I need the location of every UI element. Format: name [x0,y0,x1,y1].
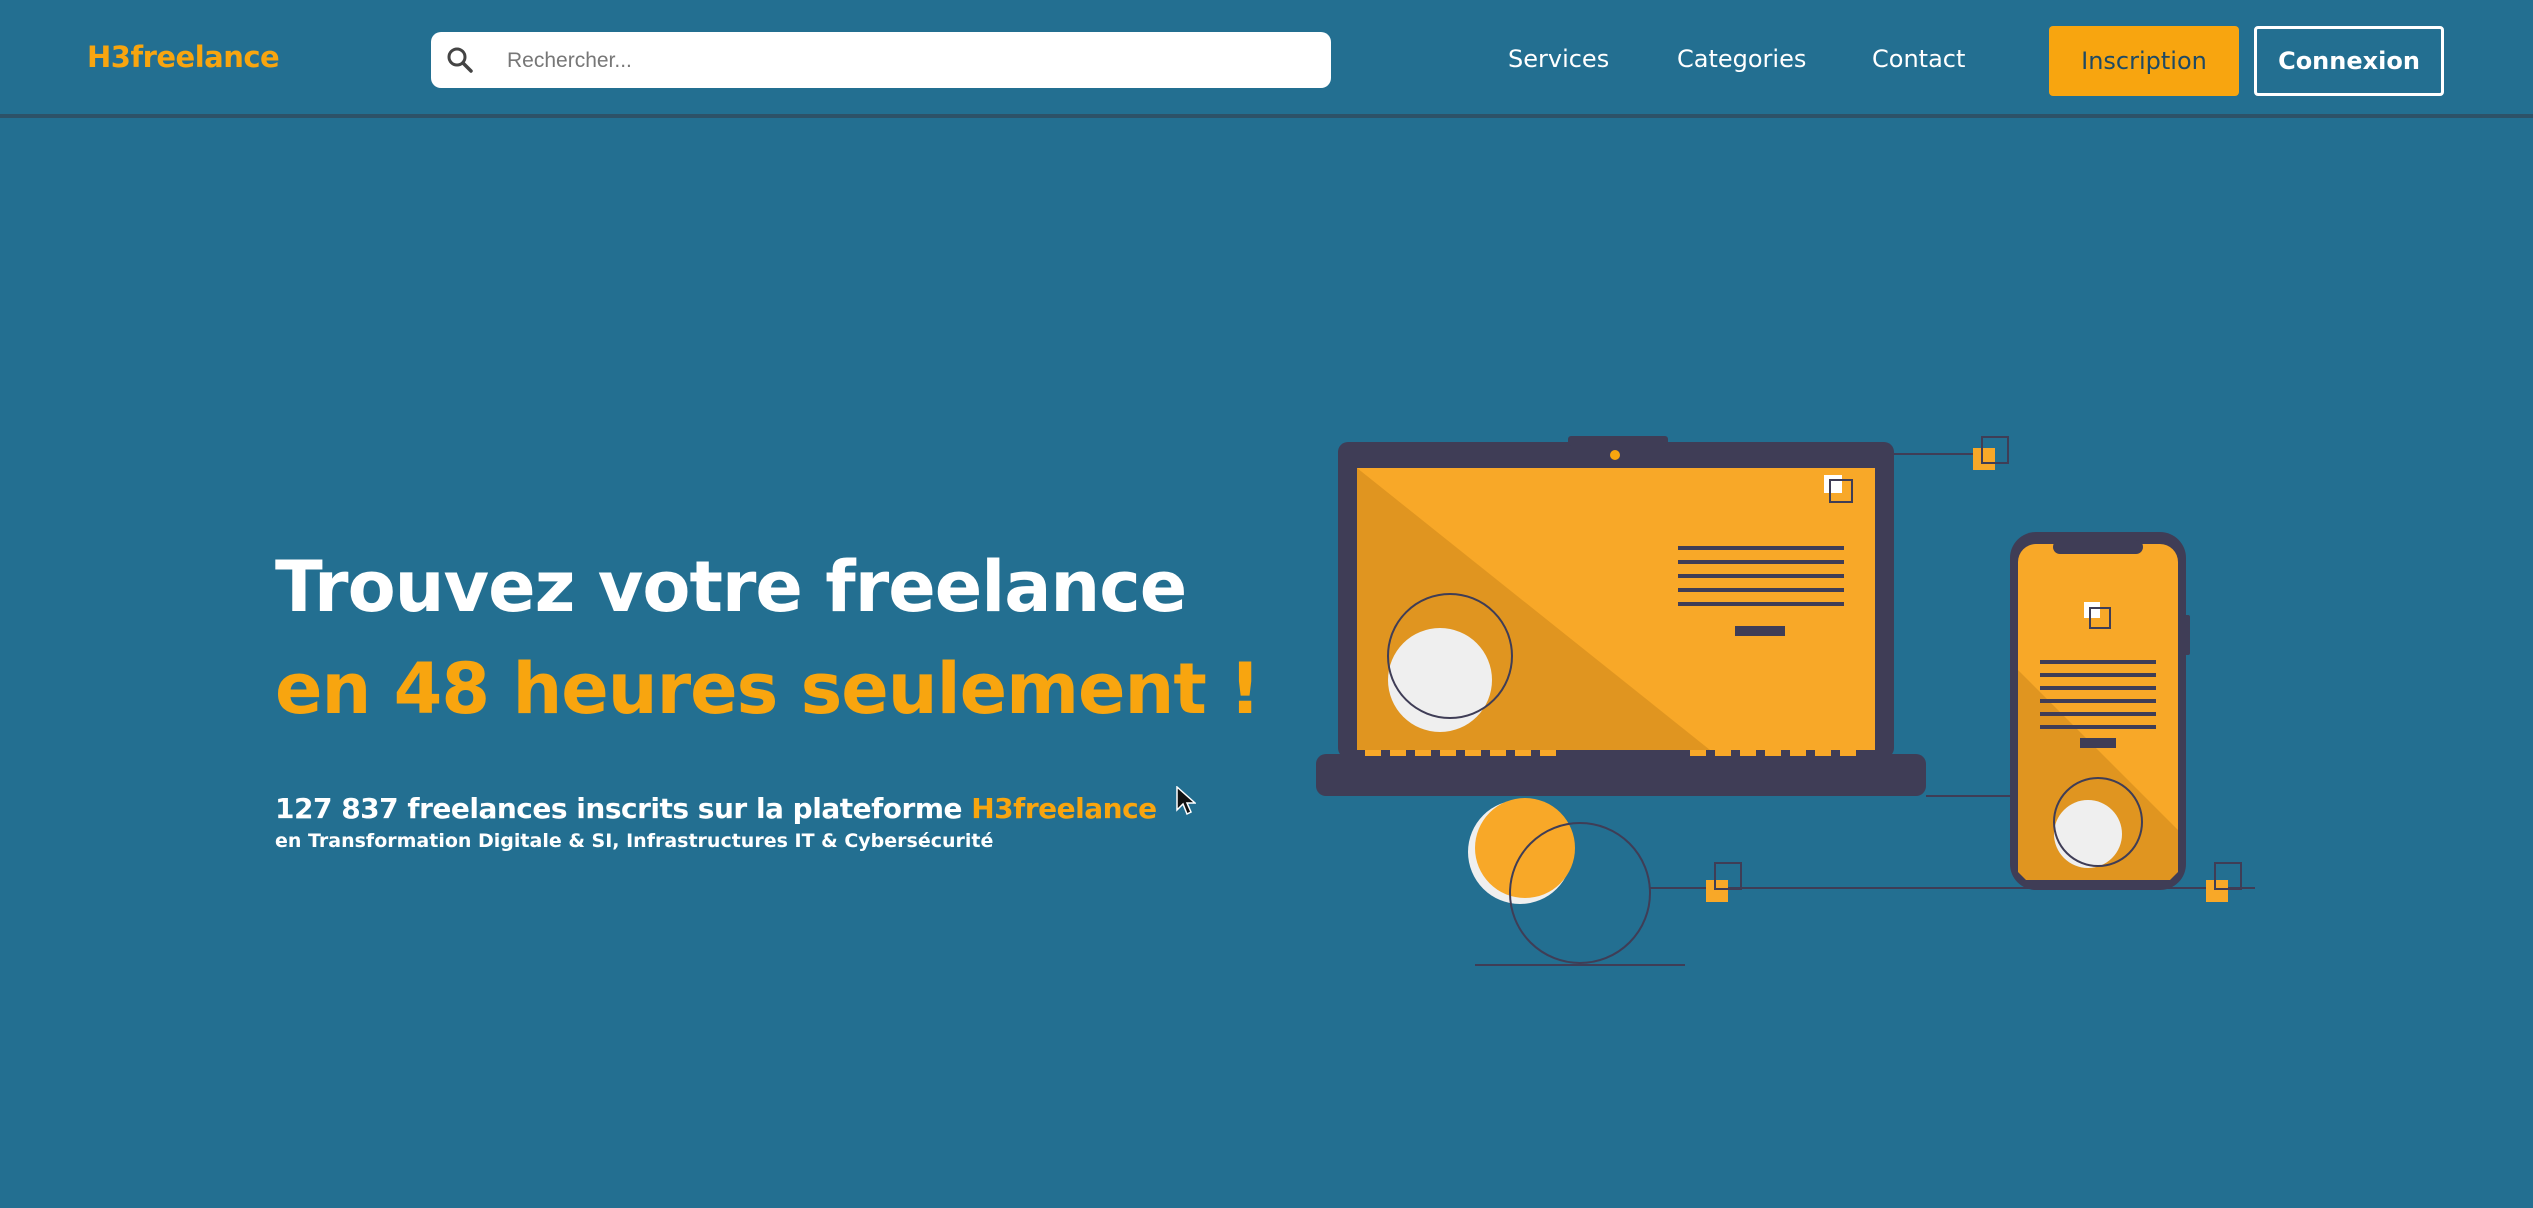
nav-link-contact[interactable]: Contact [1872,45,1965,73]
search-bar[interactable] [431,32,1331,88]
hero-title: Trouvez votre freelance [275,546,1187,628]
site-logo[interactable]: H3freelance [87,40,280,74]
top-navbar: H3freelance Services Categories Contact … [0,0,2533,118]
nav-link-services[interactable]: Services [1508,45,1609,73]
hero-subtitle: en 48 heures seulement ! [275,648,1261,730]
mouse-pointer-icon [1176,786,1196,816]
nav-link-categories[interactable]: Categories [1677,45,1806,73]
stats-brand: H3freelance [971,792,1157,825]
login-button[interactable]: Connexion [2254,26,2444,96]
stats-text: 127 837 freelances inscrits sur la plate… [275,792,963,825]
signup-button[interactable]: Inscription [2049,26,2239,96]
devices-illustration [1316,436,2255,966]
domains-text: en Transformation Digitale & SI, Infrast… [275,830,994,852]
search-icon[interactable] [445,45,475,75]
search-input[interactable] [505,40,1309,82]
freelancer-stats: 127 837 freelances inscrits sur la plate… [275,792,1157,825]
